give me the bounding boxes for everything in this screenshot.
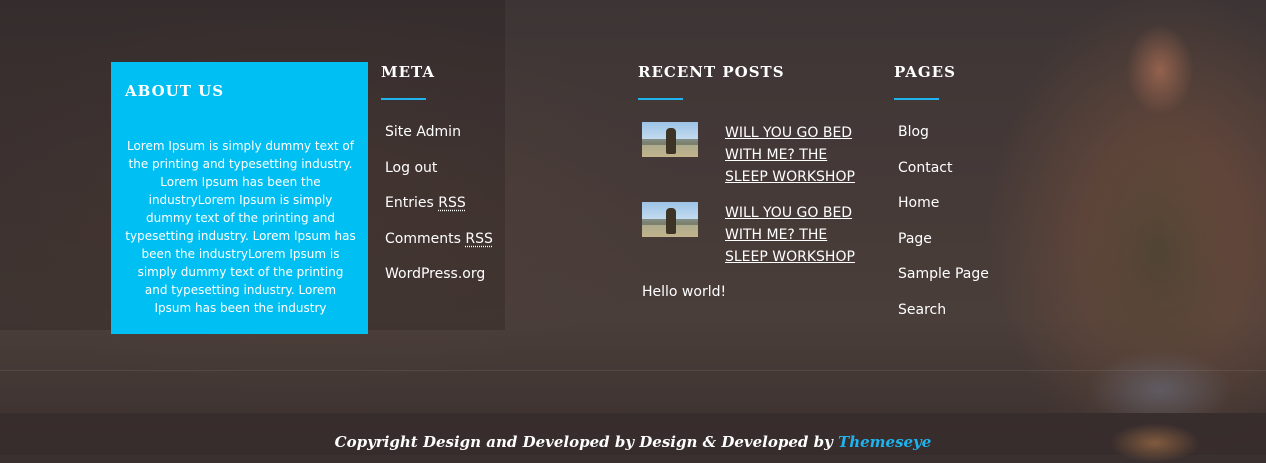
site-admin-link[interactable]: Site Admin (385, 124, 461, 140)
recent-posts-title: RECENT POSTS (638, 63, 785, 81)
page-item-sample-page: Sample Page (898, 264, 989, 300)
recent-post-thumbnail[interactable] (642, 122, 698, 157)
meta-title: META (381, 63, 436, 81)
pages-widget: PAGES Blog Contact Home Page Sample Page… (894, 62, 989, 336)
copyright-text: Copyright Design and Developed by Design… (0, 433, 1266, 451)
about-us-text: Lorem Ipsum is simply dummy text of the … (125, 139, 356, 315)
recent-posts-list: WILL YOU GO BED WITH ME? THE SLEEP WORKS… (638, 122, 868, 282)
recent-post-title-link[interactable]: WILL YOU GO BED WITH ME? THE SLEEP WORKS… (725, 122, 865, 188)
about-us-title: ABOUT US (125, 82, 225, 100)
pages-title-underline (894, 98, 939, 100)
recent-posts-title-underline (638, 98, 683, 100)
meta-item-wordpress-org: WordPress.org (385, 264, 493, 300)
meta-list: Site Admin Log out Entries RSS Comments … (385, 122, 493, 300)
entries-label: Entries (385, 195, 439, 212)
recent-posts-widget: RECENT POSTS WILL YOU GO BED WITH ME? TH… (638, 62, 868, 300)
meta-item-comments-rss: Comments RSS (385, 229, 493, 265)
sample-page-link[interactable]: Sample Page (898, 266, 989, 282)
recent-post-item: WILL YOU GO BED WITH ME? THE SLEEP WORKS… (638, 122, 868, 202)
pages-title: PAGES (894, 63, 956, 81)
page-item-contact: Contact (898, 158, 989, 194)
blog-link[interactable]: Blog (898, 124, 929, 140)
background-person (1040, 0, 1266, 455)
recent-post-thumbnail[interactable] (642, 202, 698, 237)
comments-rss-abbr: RSS (465, 230, 493, 247)
comments-rss-link[interactable]: Comments RSS (385, 231, 493, 247)
thumbnail-hiker (666, 208, 676, 234)
page-link[interactable]: Page (898, 231, 932, 247)
page-item-blog: Blog (898, 122, 989, 158)
contact-link[interactable]: Contact (898, 160, 952, 176)
wordpress-org-link[interactable]: WordPress.org (385, 266, 485, 282)
page-item-search: Search (898, 300, 989, 336)
copyright-prefix: Copyright Design and Developed by Design… (334, 433, 839, 451)
meta-widget: META Site Admin Log out Entries RSS Comm… (381, 62, 493, 300)
pages-list: Blog Contact Home Page Sample Page Searc… (898, 122, 989, 336)
about-us-widget: ABOUT US Lorem Ipsum is simply dummy tex… (111, 62, 368, 334)
comments-label: Comments (385, 230, 466, 247)
meta-item-entries-rss: Entries RSS (385, 193, 493, 229)
meta-item-site-admin: Site Admin (385, 122, 493, 158)
entries-rss-link[interactable]: Entries RSS (385, 195, 466, 211)
meta-item-log-out: Log out (385, 158, 493, 194)
section-divider (0, 370, 1266, 371)
log-out-link[interactable]: Log out (385, 160, 437, 176)
page-item-home: Home (898, 193, 989, 229)
search-link[interactable]: Search (898, 302, 946, 318)
thumbnail-hiker (666, 128, 676, 154)
home-link[interactable]: Home (898, 195, 939, 211)
hello-world-post-link[interactable]: Hello world! (642, 284, 868, 300)
meta-title-underline (381, 98, 426, 100)
recent-post-item: WILL YOU GO BED WITH ME? THE SLEEP WORKS… (638, 202, 868, 282)
page-item-page: Page (898, 229, 989, 265)
themeseye-link[interactable]: Themeseye (838, 433, 931, 451)
recent-post-title-link[interactable]: WILL YOU GO BED WITH ME? THE SLEEP WORKS… (725, 202, 865, 268)
entries-rss-abbr: RSS (438, 195, 466, 212)
